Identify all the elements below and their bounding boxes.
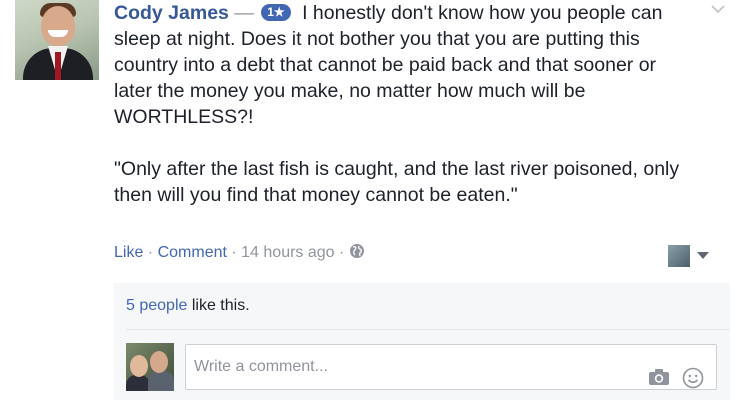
author-avatar[interactable] bbox=[15, 0, 99, 80]
comment-paragraph-2: "Only after the last fish is caught, and… bbox=[114, 158, 680, 206]
separator-dot: · bbox=[334, 244, 349, 261]
comment-paragraph-1: Cody James — 1★ I honestly don't know ho… bbox=[114, 0, 694, 130]
likes-summary: 5 people like this. bbox=[126, 297, 250, 315]
author-dash: — bbox=[234, 2, 254, 24]
likes-suffix: like this. bbox=[187, 297, 250, 314]
comment-text: Cody James — 1★ I honestly don't know ho… bbox=[114, 0, 694, 208]
avatar-tie bbox=[55, 52, 61, 80]
current-user-avatar[interactable] bbox=[126, 343, 174, 391]
comment-body: Cody James — 1★ I honestly don't know ho… bbox=[114, 0, 694, 208]
avatar-person-face bbox=[130, 355, 148, 377]
avatar-face bbox=[41, 6, 75, 46]
separator-dot: · bbox=[143, 244, 158, 261]
likes-panel: 5 people like this. Write a comment... bbox=[114, 283, 730, 400]
separator-dot: · bbox=[226, 244, 242, 261]
top-fan-badge[interactable]: 1★ bbox=[261, 4, 291, 21]
comment-placeholder: Write a comment... bbox=[194, 358, 328, 375]
globe-icon[interactable] bbox=[349, 243, 365, 259]
viewer-avatar[interactable] bbox=[668, 245, 690, 267]
like-link[interactable]: Like bbox=[114, 244, 143, 261]
avatar-person-face bbox=[150, 351, 168, 373]
chevron-down-icon[interactable] bbox=[710, 4, 726, 14]
author-name[interactable]: Cody James bbox=[114, 2, 229, 24]
avatar-person-body bbox=[126, 375, 150, 391]
comment-input[interactable]: Write a comment... bbox=[185, 344, 717, 390]
smiley-icon[interactable] bbox=[682, 367, 704, 389]
comment-actions: Like · Comment · 14 hours ago · bbox=[114, 243, 365, 262]
caret-down-icon[interactable] bbox=[697, 252, 709, 259]
divider bbox=[126, 329, 730, 330]
avatar-person-body bbox=[148, 371, 174, 391]
likes-count-link[interactable]: 5 people bbox=[126, 297, 187, 314]
comment-link[interactable]: Comment bbox=[158, 244, 227, 261]
camera-icon[interactable] bbox=[648, 368, 670, 386]
timestamp[interactable]: 14 hours ago bbox=[241, 244, 334, 261]
